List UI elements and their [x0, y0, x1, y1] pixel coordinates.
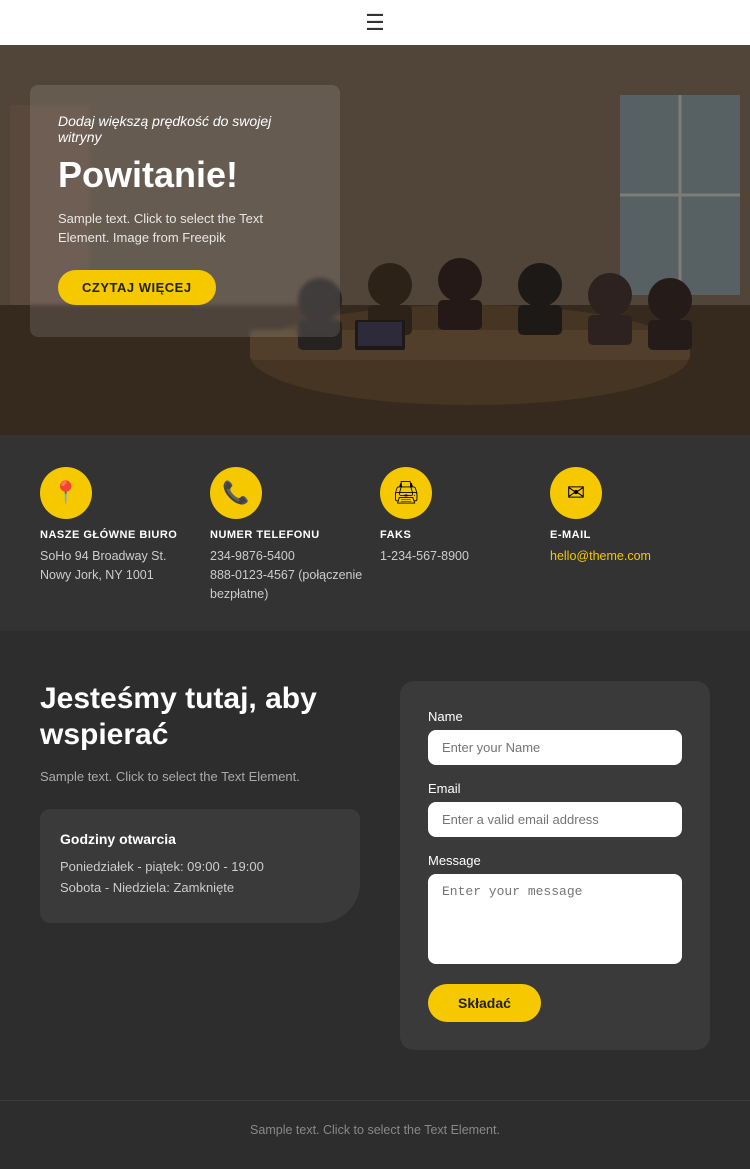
hero-tagline: Dodaj większą prędkość do swojej witryny — [58, 113, 312, 145]
read-more-button[interactable]: CZYTAJ WIĘCEJ — [58, 270, 216, 305]
hero-title: Powitanie! — [58, 155, 312, 195]
contact-form: Name Email Message Składać — [400, 681, 710, 1050]
submit-button[interactable]: Składać — [428, 984, 541, 1022]
email-label: E-MAIL — [550, 529, 591, 541]
name-label: Name — [428, 709, 682, 724]
phone-label: NUMER TELEFONU — [210, 529, 320, 541]
header: ☰ — [0, 0, 750, 45]
hero-content-box: Dodaj większą prędkość do swojej witryny… — [30, 85, 340, 337]
footer: Sample text. Click to select the Text El… — [0, 1100, 750, 1169]
name-input[interactable] — [428, 730, 682, 765]
support-title: Jesteśmy tutaj, aby wspierać — [40, 681, 360, 753]
name-group: Name — [428, 709, 682, 765]
location-icon: 📍 — [40, 467, 92, 519]
contact-item-email: ✉ E-MAIL hello@theme.com — [550, 467, 710, 603]
hours-title: Godziny otwarcia — [60, 831, 340, 847]
office-value: SoHo 94 Broadway St.Nowy Jork, NY 1001 — [40, 547, 166, 585]
contact-item-office: 📍 NASZE GŁÓWNE BIURO SoHo 94 Broadway St… — [40, 467, 200, 603]
email-label: Email — [428, 781, 682, 796]
hours-weekend: Sobota - Niedziela: Zamknięte — [60, 880, 340, 895]
message-label: Message — [428, 853, 682, 868]
phone-icon: 📞 — [210, 467, 262, 519]
menu-icon[interactable]: ☰ — [365, 10, 385, 36]
support-left: Jesteśmy tutaj, aby wspierać Sample text… — [40, 681, 360, 923]
fax-icon: 🖨 — [380, 467, 432, 519]
phone-value: 234-9876-5400888-0123-4567 (połączenie b… — [210, 547, 370, 603]
support-sample-text: Sample text. Click to select the Text El… — [40, 767, 360, 787]
hours-box: Godziny otwarcia Poniedziałek - piątek: … — [40, 809, 360, 923]
footer-text: Sample text. Click to select the Text El… — [250, 1123, 500, 1137]
hours-weekday: Poniedziałek - piątek: 09:00 - 19:00 — [60, 859, 340, 874]
contact-item-phone: 📞 NUMER TELEFONU 234-9876-5400888-0123-4… — [210, 467, 370, 603]
email-group: Email — [428, 781, 682, 837]
email-value: hello@theme.com — [550, 547, 651, 566]
hero-sample-text: Sample text. Click to select the Text El… — [58, 209, 312, 248]
hero-section: Dodaj większą prędkość do swojej witryny… — [0, 45, 750, 435]
contact-strip: 📍 NASZE GŁÓWNE BIURO SoHo 94 Broadway St… — [0, 435, 750, 631]
email-input[interactable] — [428, 802, 682, 837]
email-link[interactable]: hello@theme.com — [550, 549, 651, 563]
message-group: Message — [428, 853, 682, 964]
message-textarea[interactable] — [428, 874, 682, 964]
support-section: Jesteśmy tutaj, aby wspierać Sample text… — [0, 631, 750, 1090]
contact-item-fax: 🖨 FAKS 1-234-567-8900 — [380, 467, 540, 603]
email-icon: ✉ — [550, 467, 602, 519]
fax-label: FAKS — [380, 529, 411, 541]
fax-value: 1-234-567-8900 — [380, 547, 469, 566]
office-label: NASZE GŁÓWNE BIURO — [40, 529, 177, 541]
